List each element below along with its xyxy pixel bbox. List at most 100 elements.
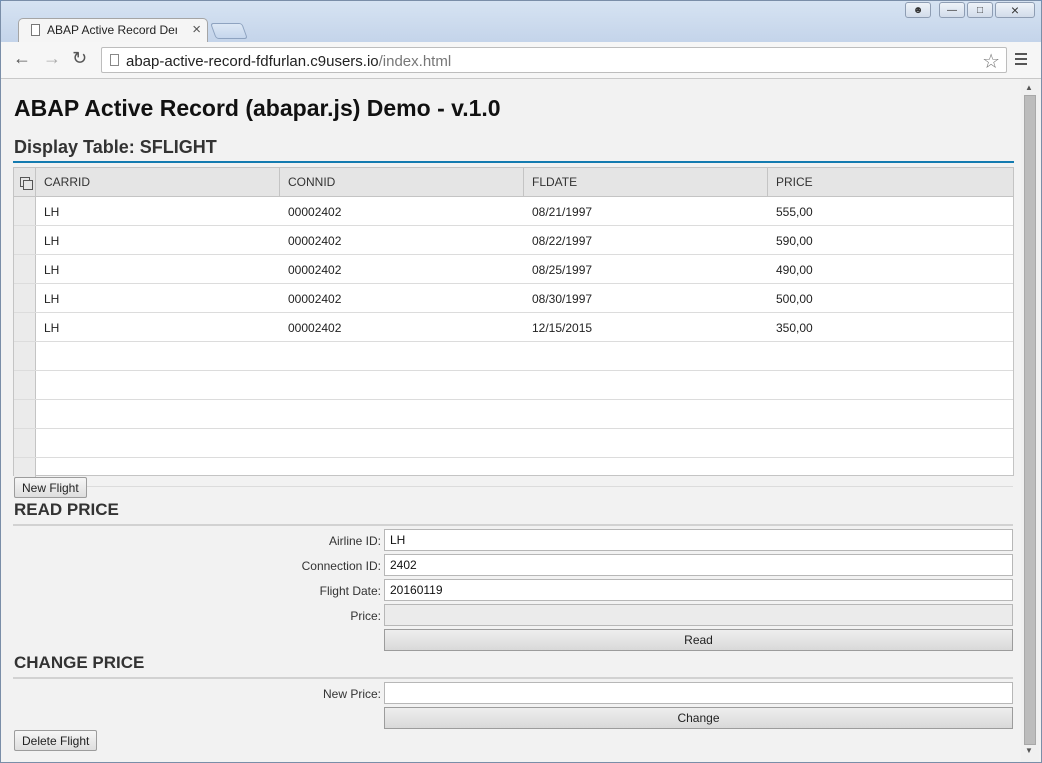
row-selector[interactable] bbox=[14, 342, 36, 370]
minimize-button[interactable]: — bbox=[939, 2, 965, 18]
browser-toolbar: ← → ↻ abap-active-record-fdfurlan.c9user… bbox=[1, 42, 1041, 79]
maximize-button[interactable]: □ bbox=[967, 2, 993, 18]
table-cell bbox=[524, 342, 768, 370]
browser-window: ABAP Active Record Demo × ☻ — □ × ← → ↻ … bbox=[0, 0, 1042, 763]
airline-id-label: Airline ID: bbox=[328, 534, 381, 548]
row-selector[interactable] bbox=[14, 400, 36, 428]
page-icon bbox=[110, 54, 119, 66]
flight-date-input[interactable] bbox=[384, 579, 1013, 601]
connection-id-label: Connection ID: bbox=[301, 559, 381, 573]
row-selector[interactable] bbox=[14, 197, 36, 225]
table-cell: 00002402 bbox=[288, 292, 342, 306]
menu-icon[interactable] bbox=[1015, 53, 1027, 68]
table-cell: LH bbox=[44, 321, 60, 335]
copy-icon[interactable] bbox=[19, 177, 33, 190]
table-cell bbox=[36, 342, 280, 370]
reload-icon[interactable]: ↻ bbox=[72, 48, 87, 69]
table-row[interactable] bbox=[14, 342, 1013, 371]
scroll-down-icon[interactable]: ▼ bbox=[1025, 746, 1033, 755]
table-row[interactable] bbox=[14, 400, 1013, 429]
close-tab-icon[interactable]: × bbox=[192, 21, 201, 38]
scrollbar-thumb[interactable] bbox=[1024, 95, 1036, 745]
table-cell bbox=[280, 371, 524, 399]
row-selector[interactable] bbox=[14, 255, 36, 283]
column-header[interactable]: PRICE bbox=[768, 168, 1013, 196]
row-selector[interactable] bbox=[14, 429, 36, 457]
table-cell: 555,00 bbox=[776, 205, 813, 219]
table-cell bbox=[36, 400, 280, 428]
table-cell bbox=[768, 458, 1012, 486]
new-price-input[interactable] bbox=[384, 682, 1013, 704]
forward-arrow-icon[interactable]: → bbox=[43, 48, 61, 69]
back-arrow-icon[interactable]: ← bbox=[13, 48, 31, 69]
table-row[interactable]: LH 00002402 08/22/1997 590,00 bbox=[14, 226, 1013, 255]
new-price-label: New Price: bbox=[322, 687, 381, 701]
tab-title: ABAP Active Record Demo bbox=[47, 23, 177, 37]
table-row[interactable]: LH 00002402 08/30/1997 500,00 bbox=[14, 284, 1013, 313]
table-cell: 500,00 bbox=[776, 292, 813, 306]
table-cell bbox=[524, 429, 768, 457]
new-flight-button[interactable]: New Flight bbox=[14, 477, 87, 498]
row-selector[interactable] bbox=[14, 284, 36, 312]
table-cell: 590,00 bbox=[776, 234, 813, 248]
table-cell: LH bbox=[44, 205, 60, 219]
delete-flight-button[interactable]: Delete Flight bbox=[14, 730, 98, 751]
table-cell bbox=[36, 371, 280, 399]
table-cell bbox=[524, 371, 768, 399]
connection-id-input[interactable] bbox=[384, 554, 1013, 576]
page-title: ABAP Active Record (abapar.js) Demo - v.… bbox=[14, 95, 501, 121]
table-cell: LH bbox=[44, 234, 60, 248]
user-icon[interactable]: ☻ bbox=[905, 2, 931, 18]
table-cell bbox=[36, 429, 280, 457]
read-button[interactable]: Read bbox=[384, 629, 1013, 651]
table-row[interactable]: LH 00002402 12/15/2015 350,00 bbox=[14, 313, 1013, 342]
airline-id-input[interactable] bbox=[384, 529, 1013, 551]
table-cell: 08/25/1997 bbox=[532, 263, 593, 277]
table-cell bbox=[280, 400, 524, 428]
table-cell: 00002402 bbox=[288, 263, 342, 277]
tab-strip: ABAP Active Record Demo × ☻ — □ × bbox=[1, 1, 1041, 43]
bookmark-star-icon[interactable]: ☆ bbox=[982, 49, 1000, 74]
section-divider bbox=[13, 524, 1013, 526]
table-cell bbox=[280, 458, 524, 486]
table-cell: 08/22/1997 bbox=[532, 234, 593, 248]
close-window-button[interactable]: × bbox=[995, 2, 1035, 18]
change-button[interactable]: Change bbox=[384, 707, 1013, 729]
table-cell bbox=[768, 400, 1012, 428]
browser-tab[interactable]: ABAP Active Record Demo × bbox=[18, 18, 208, 42]
new-tab-button[interactable] bbox=[210, 23, 248, 39]
read-price-title: READ PRICE bbox=[14, 500, 119, 519]
table-row[interactable] bbox=[14, 429, 1013, 458]
row-selector[interactable] bbox=[14, 226, 36, 254]
address-bar[interactable]: abap-active-record-fdfurlan.c9users.io/i… bbox=[101, 47, 1007, 73]
vertical-scrollbar[interactable]: ▲ ▼ bbox=[1021, 79, 1039, 762]
change-price-title: CHANGE PRICE bbox=[14, 653, 145, 672]
table-header: CARRID CONNID FLDATE PRICE bbox=[14, 168, 1013, 197]
column-header[interactable]: FLDATE bbox=[524, 168, 768, 196]
row-selector[interactable] bbox=[14, 313, 36, 341]
scroll-up-icon[interactable]: ▲ bbox=[1025, 83, 1033, 92]
page-icon bbox=[31, 24, 40, 36]
price-label: Price: bbox=[350, 609, 381, 623]
table-row[interactable] bbox=[14, 371, 1013, 400]
table-cell bbox=[768, 342, 1012, 370]
column-header[interactable]: CONNID bbox=[280, 168, 524, 196]
column-header[interactable]: CARRID bbox=[36, 168, 280, 196]
table-row[interactable]: LH 00002402 08/25/1997 490,00 bbox=[14, 255, 1013, 284]
table-cell: 490,00 bbox=[776, 263, 813, 277]
page-content: ABAP Active Record (abapar.js) Demo - v.… bbox=[1, 79, 1021, 762]
table-cell bbox=[768, 429, 1012, 457]
select-all-cell[interactable] bbox=[14, 168, 36, 196]
table-cell: 00002402 bbox=[288, 321, 342, 335]
table-row[interactable]: LH 00002402 08/21/1997 555,00 bbox=[14, 197, 1013, 226]
table-cell bbox=[524, 400, 768, 428]
table-cell bbox=[280, 429, 524, 457]
url-text: abap-active-record-fdfurlan.c9users.io/i… bbox=[126, 53, 452, 70]
table-cell bbox=[280, 342, 524, 370]
table-cell: 00002402 bbox=[288, 205, 342, 219]
table-row[interactable] bbox=[14, 458, 1013, 487]
table-cell: 08/30/1997 bbox=[532, 292, 593, 306]
section-divider bbox=[13, 677, 1013, 679]
flight-date-label: Flight Date: bbox=[319, 584, 381, 598]
row-selector[interactable] bbox=[14, 371, 36, 399]
